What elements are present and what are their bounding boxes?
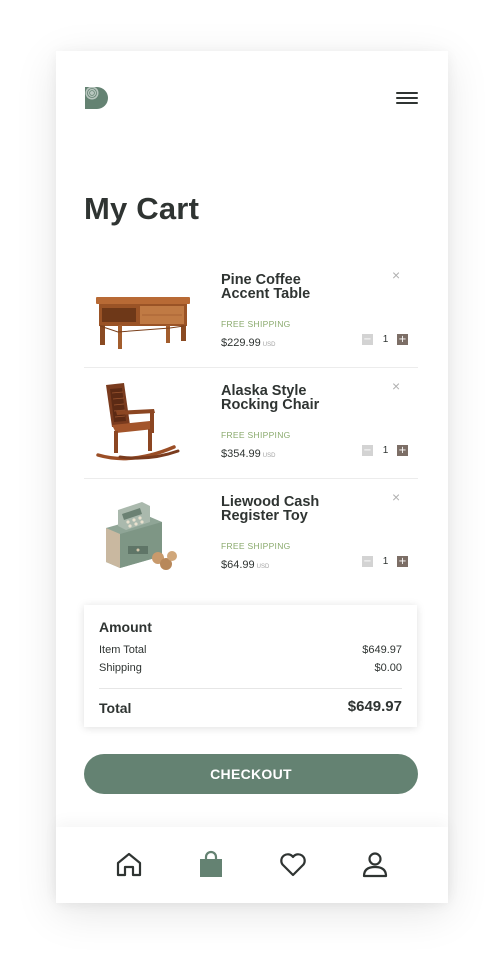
shipping-label: Shipping <box>99 662 142 674</box>
item-name[interactable]: Alaska Style Rocking Chair <box>221 384 351 413</box>
item-price: $229.99 USD <box>221 337 275 349</box>
currency-label: USD <box>262 342 276 348</box>
decrease-quantity-button[interactable]: − <box>362 445 373 456</box>
quantity-value: 1 <box>382 334 389 345</box>
price-value: $354.99 <box>221 448 261 460</box>
item-name[interactable]: Liewood Cash Register Toy <box>221 495 351 524</box>
price-value: $64.99 <box>221 559 255 571</box>
decrease-quantity-button[interactable]: − <box>362 556 373 567</box>
user-icon[interactable] <box>360 849 390 879</box>
amount-heading: Amount <box>99 619 152 635</box>
item-total-value: $649.97 <box>362 644 402 656</box>
currency-label: USD <box>256 564 270 570</box>
total-label: Total <box>99 700 132 716</box>
quantity-value: 1 <box>382 445 389 456</box>
total-value: $649.97 <box>347 698 402 715</box>
item-total-row: Item Total $649.97 <box>99 644 402 656</box>
cash-register-toy-image <box>106 502 177 570</box>
heart-icon[interactable] <box>278 849 308 879</box>
item-price: $354.99 USD <box>221 448 275 460</box>
checkout-button[interactable]: CHECKOUT <box>84 754 418 794</box>
shipping-row: Shipping $0.00 <box>99 662 402 674</box>
free-shipping-label: FREE SHIPPING <box>221 541 291 551</box>
cart-item: Liewood Cash Register Toy FREE SHIPPING … <box>84 478 418 589</box>
shipping-value: $0.00 <box>374 662 402 674</box>
remove-item-button[interactable]: × <box>392 490 400 504</box>
page-title: My Cart <box>84 191 200 226</box>
divider <box>99 688 402 689</box>
coffee-table-image <box>96 297 190 349</box>
rocking-chair-image <box>96 383 180 461</box>
increase-quantity-button[interactable]: + <box>397 334 408 345</box>
cart-item: Pine Coffee Accent Table FREE SHIPPING $… <box>84 256 418 368</box>
bottom-tab-bar <box>56 827 448 903</box>
item-price: $64.99 USD <box>221 559 269 571</box>
currency-label: USD <box>262 453 276 459</box>
free-shipping-label: FREE SHIPPING <box>221 319 291 329</box>
hamburger-menu-icon[interactable] <box>396 89 418 107</box>
phone-frame: My Cart Pine Coffee Accent Table FREE SH… <box>56 51 448 903</box>
free-shipping-label: FREE SHIPPING <box>221 430 291 440</box>
quantity-value: 1 <box>382 556 389 567</box>
brand-d-logo-icon[interactable] <box>84 85 110 111</box>
remove-item-button[interactable]: × <box>392 379 400 393</box>
decrease-quantity-button[interactable]: − <box>362 334 373 345</box>
cart-item: Alaska Style Rocking Chair FREE SHIPPING… <box>84 367 418 479</box>
increase-quantity-button[interactable]: + <box>397 556 408 567</box>
item-name[interactable]: Pine Coffee Accent Table <box>221 273 351 302</box>
shopping-bag-icon[interactable] <box>196 849 226 879</box>
item-total-label: Item Total <box>99 644 147 656</box>
increase-quantity-button[interactable]: + <box>397 445 408 456</box>
remove-item-button[interactable]: × <box>392 268 400 282</box>
home-icon[interactable] <box>114 849 144 879</box>
price-value: $229.99 <box>221 337 261 349</box>
amount-summary-card: Amount Item Total $649.97 Shipping $0.00… <box>84 605 417 727</box>
